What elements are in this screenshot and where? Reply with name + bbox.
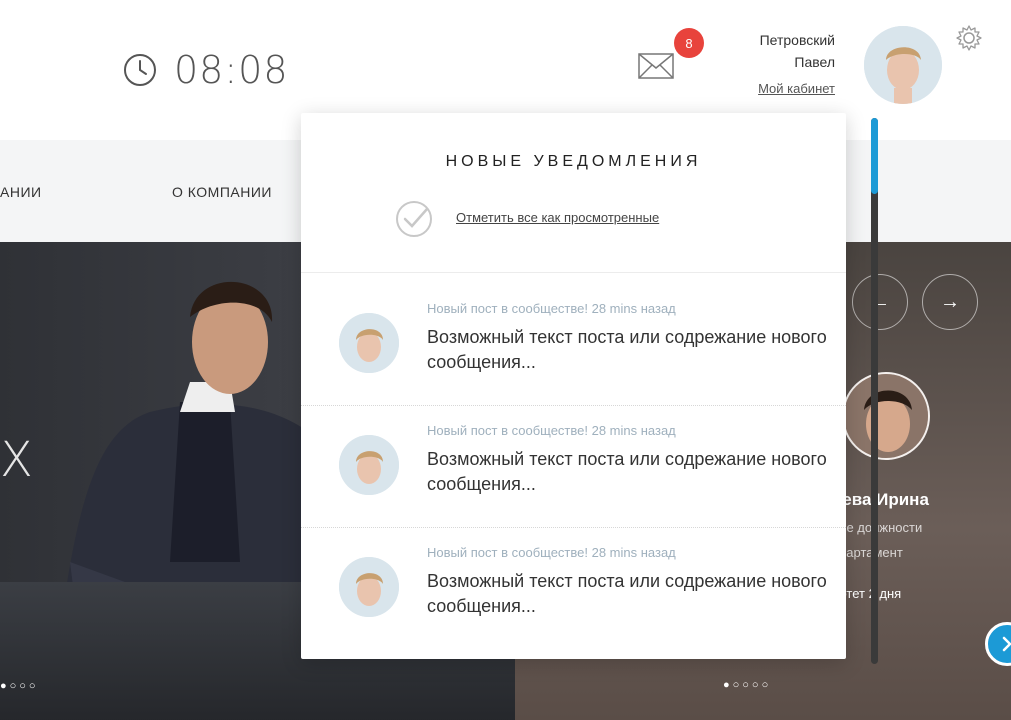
mark-all-read-link[interactable]: Отметить все как просмотренные (456, 210, 659, 225)
user-avatar-image (864, 26, 942, 104)
slider-dots-left[interactable]: ●○○○ (0, 680, 39, 692)
dropdown-scrollbar-thumb[interactable] (871, 118, 878, 194)
user-avatar[interactable] (864, 26, 942, 104)
slider-dots-right[interactable]: ●○○○○ (723, 679, 771, 691)
notification-item[interactable]: Новый пост в сообществе! 28 mins назад В… (301, 401, 846, 523)
notification-meta: Новый пост в сообществе! 28 mins назад (427, 545, 676, 560)
employee-name: нева Ирина (832, 490, 929, 509)
hero-letter: X (0, 432, 33, 488)
employee-avatar-image (844, 374, 928, 458)
dropdown-scrollbar-track[interactable] (871, 118, 878, 664)
notification-avatar-image (339, 557, 399, 617)
prev-arrow-button[interactable]: ← (852, 274, 908, 330)
notifications-dropdown: НОВЫЕ УВЕДОМЛЕНИЯ Отметить все как просм… (301, 113, 846, 659)
notification-avatar (339, 435, 399, 495)
notification-item[interactable]: Новый пост в сообществе! 28 mins назад В… (301, 279, 846, 401)
notification-text: Возможный текст поста или содрежание нов… (427, 571, 827, 616)
notification-text: Возможный текст поста или содрежание нов… (427, 327, 827, 372)
notification-avatar (339, 313, 399, 373)
notification-avatar-image (339, 435, 399, 495)
user-name: Петровский Павел (760, 29, 835, 73)
notification-avatar-image (339, 313, 399, 373)
next-arrow-button[interactable]: → (922, 274, 978, 330)
gear-icon[interactable] (955, 24, 983, 52)
notifications-title: НОВЫЕ УВЕДОМЛЕНИЯ (445, 153, 702, 170)
clock-time: 08:08 (174, 48, 289, 92)
notification-meta: Новый пост в сообществе! 28 mins назад (427, 423, 676, 438)
mail-icon[interactable] (638, 52, 674, 80)
nav-item-companies[interactable]: АНИИ (0, 184, 42, 200)
clock-icon (124, 54, 156, 86)
my-cabinet-link[interactable]: Мой кабинет (758, 81, 835, 96)
notification-avatar (339, 557, 399, 617)
employee-avatar[interactable] (842, 372, 930, 460)
chevron-right-icon (1002, 636, 1011, 652)
nav-item-about[interactable]: О КОМПАНИИ (172, 184, 272, 200)
notifications-header: НОВЫЕ УВЕДОМЛЕНИЯ Отметить все как просм… (301, 113, 846, 273)
user-first-name: Павел (794, 54, 835, 70)
clock: 08:08 (122, 48, 289, 92)
user-last-name: Петровский (759, 32, 835, 48)
notification-count-badge[interactable]: 8 (674, 28, 704, 58)
notification-text: Возможный текст поста или содрежание нов… (427, 449, 827, 494)
check-circle-icon[interactable] (394, 199, 434, 239)
notification-item[interactable]: Новый пост в сообществе! 28 mins назад В… (301, 523, 846, 645)
notification-meta: Новый пост в сообществе! 28 mins назад (427, 301, 676, 316)
